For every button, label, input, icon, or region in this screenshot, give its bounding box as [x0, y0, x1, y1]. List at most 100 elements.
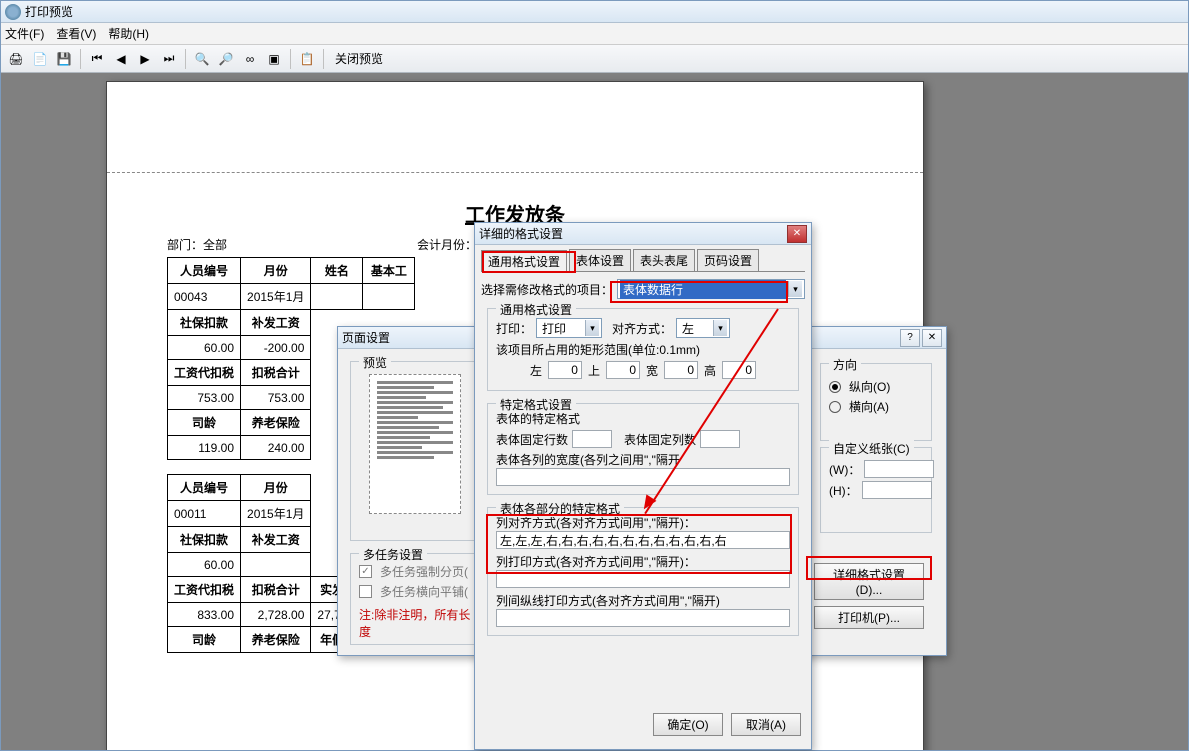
- properties-icon[interactable]: 📋: [296, 48, 318, 70]
- fixed-cols-label: 表体固定列数: [624, 431, 696, 448]
- height-label: (H)：: [829, 482, 858, 499]
- paper-height-input[interactable]: [862, 481, 932, 499]
- tab-general[interactable]: 通用格式设置: [481, 250, 567, 272]
- help-button[interactable]: ?: [900, 329, 920, 347]
- select-item-label: 选择需修改格式的项目：: [481, 281, 613, 298]
- fixed-cols-input[interactable]: [700, 430, 740, 448]
- specific-format-legend: 特定格式设置: [496, 396, 576, 413]
- portrait-label: 纵向(O): [849, 378, 890, 395]
- zoom-fit-icon[interactable]: ▣: [263, 48, 285, 70]
- col-print-input[interactable]: [496, 570, 790, 588]
- cell: 753.00: [241, 386, 311, 410]
- separator: [323, 49, 324, 69]
- multitask-legend: 多任务设置: [359, 546, 427, 563]
- th-name: 姓名: [311, 258, 363, 284]
- printer-icon[interactable]: 🖨: [5, 48, 27, 70]
- general-format-legend: 通用格式设置: [496, 301, 576, 318]
- cell: [363, 284, 415, 310]
- align-dropdown[interactable]: 左▾: [676, 318, 730, 338]
- width-label: (W)：: [829, 461, 860, 478]
- chevron-down-icon[interactable]: ▾: [585, 320, 599, 336]
- close-icon[interactable]: ✕: [922, 329, 942, 347]
- select-item-dropdown[interactable]: 表体数据行 ▾: [617, 279, 805, 299]
- tab-body[interactable]: 表体设置: [569, 249, 631, 271]
- dept-value: 全部: [203, 238, 227, 252]
- next-page-icon[interactable]: ▶: [134, 48, 156, 70]
- col-widths-input[interactable]: [496, 468, 790, 486]
- zoom-out-icon[interactable]: 🔎: [215, 48, 237, 70]
- cell: 240.00: [241, 436, 311, 460]
- horizontal-tile-label: 多任务横向平铺(: [380, 583, 468, 600]
- menubar: 文件(F) 查看(V) 帮助(H): [1, 23, 1188, 45]
- close-icon[interactable]: ✕: [787, 225, 807, 243]
- separator: [185, 49, 186, 69]
- th: 社保扣款: [168, 527, 241, 553]
- print-value: 打印: [539, 320, 583, 337]
- main-titlebar: 打印预览: [1, 1, 1188, 23]
- landscape-radio[interactable]: [829, 401, 841, 413]
- cell: 753.00: [168, 386, 241, 410]
- th: 司龄: [168, 410, 241, 436]
- cancel-button[interactable]: 取消(A): [731, 713, 801, 736]
- rect-left-input[interactable]: [548, 361, 582, 379]
- force-page-checkbox[interactable]: ✓: [359, 565, 372, 578]
- chevron-down-icon[interactable]: ▾: [788, 281, 802, 297]
- fixed-rows-label: 表体固定行数: [496, 431, 568, 448]
- parts-format-legend: 表体各部分的特定格式: [496, 500, 624, 517]
- height-label: 高: [704, 362, 716, 379]
- ok-button[interactable]: 确定(O): [653, 713, 723, 736]
- main-title: 打印预览: [25, 3, 73, 20]
- cell: [311, 284, 363, 310]
- custom-paper-legend: 自定义纸张(C): [829, 440, 914, 457]
- menu-view[interactable]: 查看(V): [56, 25, 96, 42]
- accounting-month-label: 会计月份：: [417, 238, 477, 252]
- page-icon[interactable]: 📄: [29, 48, 51, 70]
- zoom-select-icon[interactable]: ∞: [239, 48, 261, 70]
- app-icon: [5, 4, 21, 20]
- close-preview-button[interactable]: 关闭预览: [329, 48, 389, 69]
- col-vline-input[interactable]: [496, 609, 790, 627]
- tab-headfoot[interactable]: 表头表尾: [633, 249, 695, 271]
- left-label: 左: [530, 362, 542, 379]
- col-widths-label: 表体各列的宽度(各列之间用","隔开: [496, 451, 790, 468]
- col-align-input[interactable]: [496, 531, 790, 549]
- select-item-value: 表体数据行: [620, 280, 786, 299]
- align-value: 左: [679, 320, 711, 337]
- prev-page-icon[interactable]: ◀: [110, 48, 132, 70]
- tab-pagenum[interactable]: 页码设置: [697, 249, 759, 271]
- toolbar: 🖨 📄 💾 ⏮ ◀ ▶ ⏭ 🔍 🔎 ∞ ▣ 📋 关闭预览: [1, 45, 1188, 73]
- cell: 119.00: [168, 436, 241, 460]
- cell: 00043: [168, 284, 241, 310]
- print-dropdown[interactable]: 打印▾: [536, 318, 602, 338]
- cell: 2,728.00: [241, 603, 311, 627]
- first-page-icon[interactable]: ⏮: [86, 48, 108, 70]
- th: 人员编号: [168, 475, 241, 501]
- zoom-in-icon[interactable]: 🔍: [191, 48, 213, 70]
- rect-top-input[interactable]: [606, 361, 640, 379]
- portrait-radio[interactable]: [829, 381, 841, 393]
- save-icon[interactable]: 💾: [53, 48, 75, 70]
- printer-button[interactable]: 打印机(P)...: [814, 606, 924, 629]
- col-vline-label: 列间纵线打印方式(各对齐方式间用","隔开): [496, 592, 790, 609]
- th: 扣税合计: [241, 577, 311, 603]
- th: 社保扣款: [168, 310, 241, 336]
- th: 工资代扣税: [168, 360, 241, 386]
- tabs: 通用格式设置 表体设置 表头表尾 页码设置: [481, 249, 805, 272]
- cell: 833.00: [168, 603, 241, 627]
- detail-settings-button[interactable]: 详细格式设置(D)...: [814, 563, 924, 600]
- col-print-label: 列打印方式(各对齐方式间用","隔开)：: [496, 553, 790, 570]
- th: 养老保险: [241, 627, 311, 653]
- rect-width-input[interactable]: [664, 361, 698, 379]
- dept-label: 部门：: [167, 238, 203, 252]
- menu-help[interactable]: 帮助(H): [108, 25, 149, 42]
- cell: [241, 553, 311, 577]
- chevron-down-icon[interactable]: ▾: [713, 320, 727, 336]
- landscape-label: 横向(A): [849, 398, 889, 415]
- fixed-rows-input[interactable]: [572, 430, 612, 448]
- horizontal-tile-checkbox[interactable]: [359, 585, 372, 598]
- rect-label: 该项目所占用的矩形范围(单位:0.1mm): [496, 341, 700, 358]
- menu-file[interactable]: 文件(F): [5, 25, 44, 42]
- cell: 00011: [168, 501, 241, 527]
- last-page-icon[interactable]: ⏭: [158, 48, 180, 70]
- paper-width-input[interactable]: [864, 460, 934, 478]
